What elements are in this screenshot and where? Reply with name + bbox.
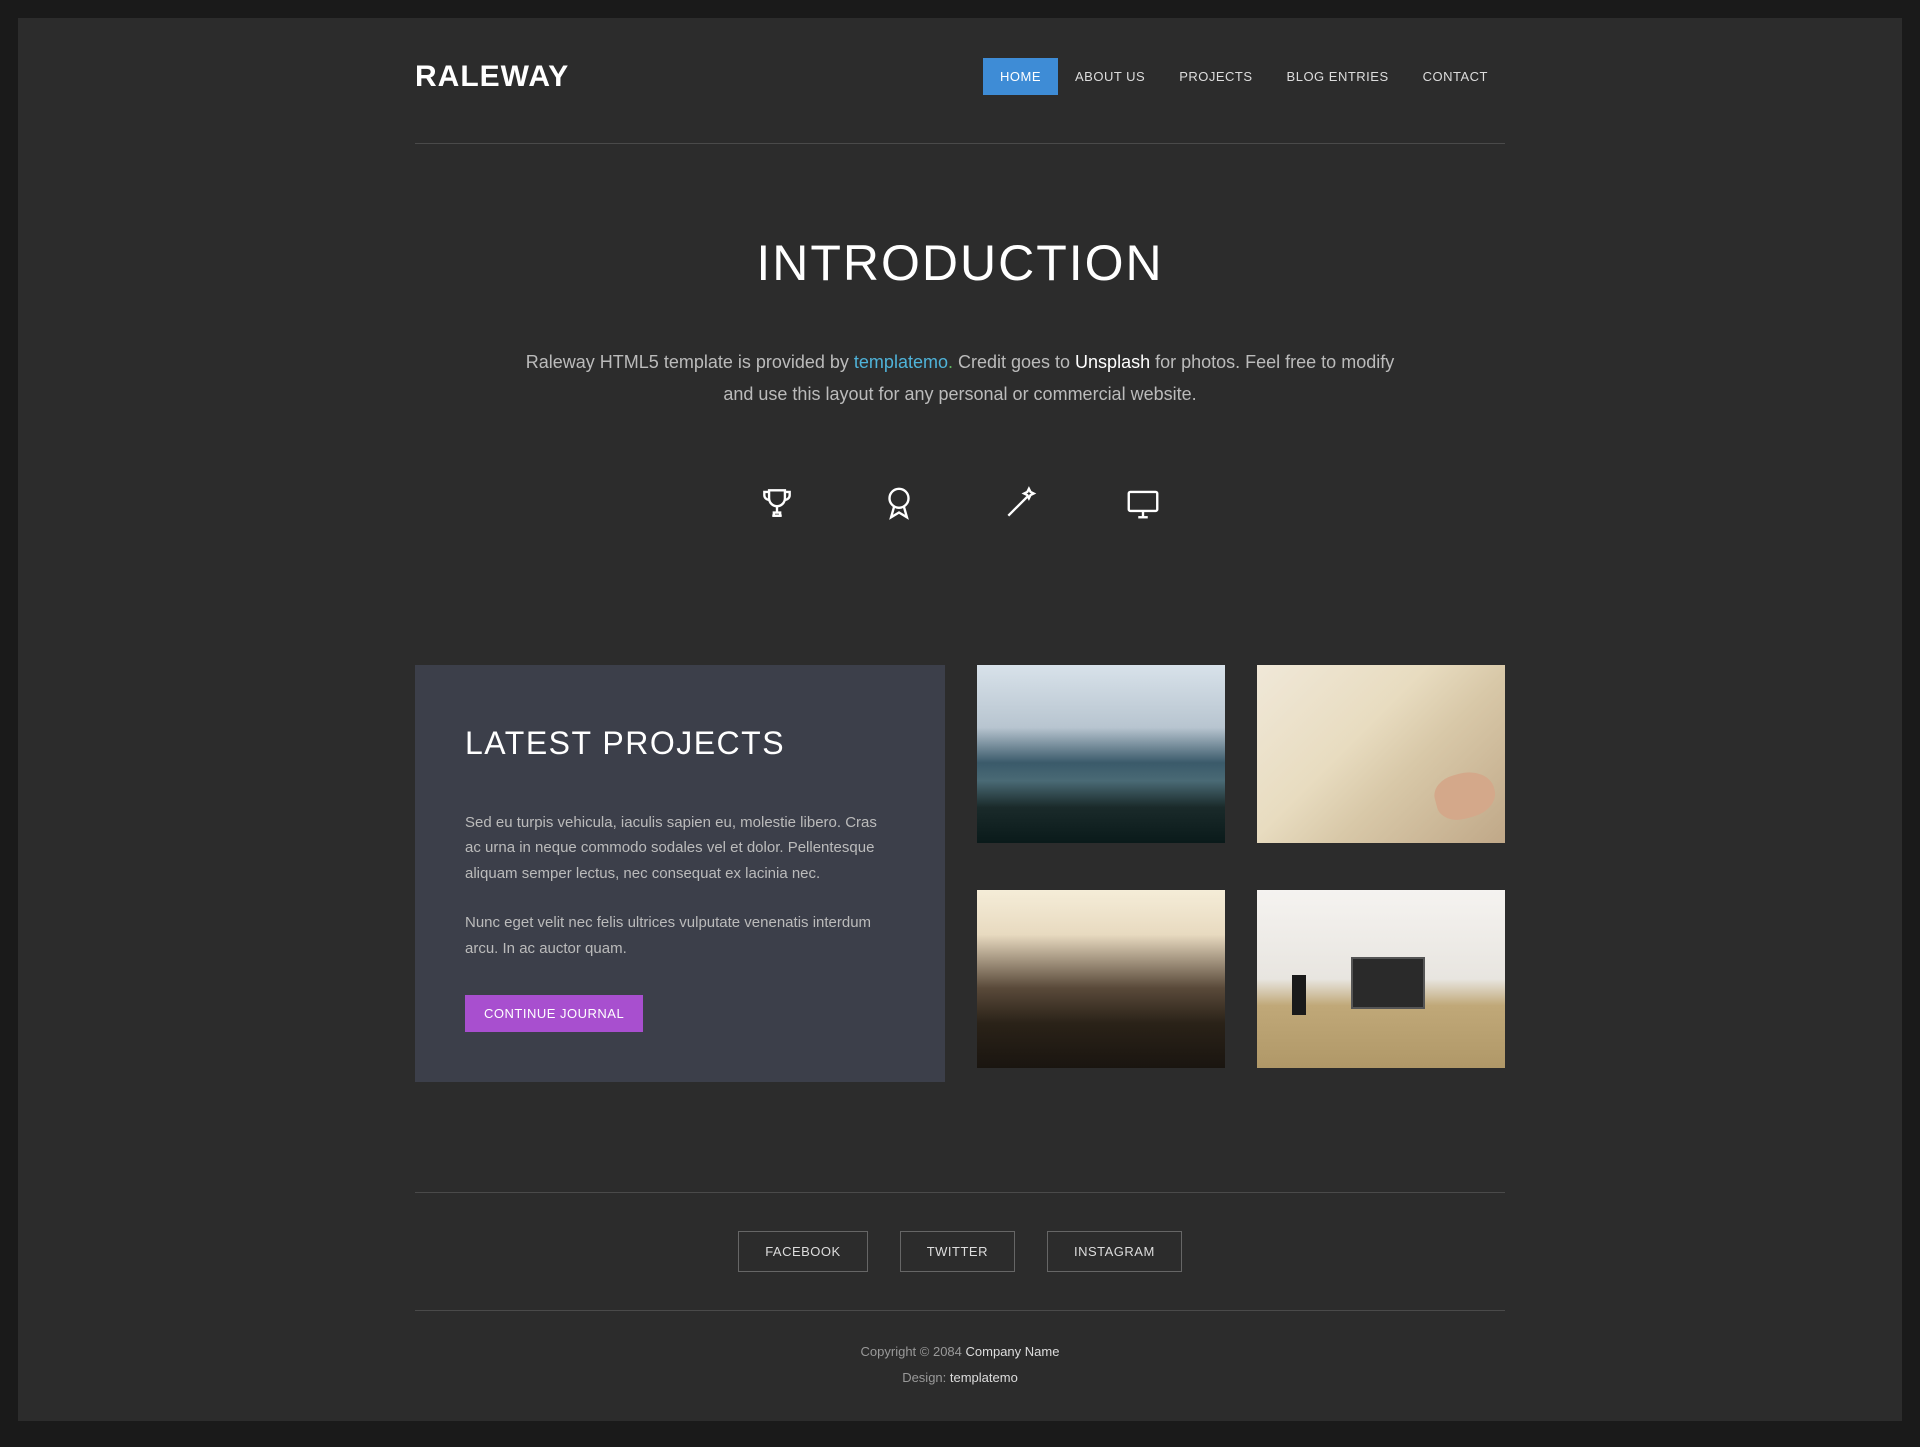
footer-bottom: Copyright © 2084 Company Name Design: te…: [415, 1310, 1505, 1391]
templatemo-footer-link[interactable]: templatemo: [950, 1370, 1018, 1385]
projects-paragraph-2: Nunc eget velit nec felis ultrices vulpu…: [465, 910, 895, 961]
feature-icon-row: [415, 481, 1505, 525]
company-name[interactable]: Company Name: [966, 1344, 1060, 1359]
copyright-pre: Copyright © 2084: [861, 1344, 966, 1359]
templatemo-link[interactable]: templatemo: [854, 352, 948, 372]
design-pre: Design:: [902, 1370, 950, 1385]
main-nav: HOME ABOUT US PROJECTS BLOG ENTRIES CONT…: [983, 58, 1505, 95]
unsplash-link[interactable]: Unsplash: [1075, 352, 1150, 372]
footer: FACEBOOK TWITTER INSTAGRAM Copyright © 2…: [415, 1192, 1505, 1391]
badge-icon[interactable]: [877, 481, 921, 525]
intro-section: INTRODUCTION Raleway HTML5 template is p…: [415, 144, 1505, 575]
wand-icon[interactable]: [999, 481, 1043, 525]
copyright-line: Copyright © 2084 Company Name: [415, 1339, 1505, 1365]
projects-title: LATEST PROJECTS: [465, 725, 895, 762]
social-row: FACEBOOK TWITTER INSTAGRAM: [415, 1231, 1505, 1272]
facebook-link[interactable]: FACEBOOK: [738, 1231, 868, 1272]
intro-text: Raleway HTML5 template is provided by te…: [525, 346, 1395, 411]
design-line: Design: templatemo: [415, 1365, 1505, 1391]
projects-section: LATEST PROJECTS Sed eu turpis vehicula, …: [415, 665, 1505, 1083]
trophy-icon[interactable]: [755, 481, 799, 525]
nav-projects[interactable]: PROJECTS: [1162, 58, 1269, 95]
page-title: INTRODUCTION: [415, 234, 1505, 292]
twitter-link[interactable]: TWITTER: [900, 1231, 1015, 1272]
monitor-icon[interactable]: [1121, 481, 1165, 525]
intro-text-pre: Raleway HTML5 template is provided by: [526, 352, 854, 372]
header: RALEWAY HOME ABOUT US PROJECTS BLOG ENTR…: [415, 58, 1505, 144]
projects-card: LATEST PROJECTS Sed eu turpis vehicula, …: [415, 665, 945, 1083]
project-thumb-4[interactable]: [1257, 890, 1505, 1068]
projects-paragraph-1: Sed eu turpis vehicula, iaculis sapien e…: [465, 810, 895, 887]
nav-about-us[interactable]: ABOUT US: [1058, 58, 1162, 95]
logo[interactable]: RALEWAY: [415, 60, 569, 94]
project-thumb-1[interactable]: [977, 665, 1225, 843]
instagram-link[interactable]: INSTAGRAM: [1047, 1231, 1182, 1272]
project-gallery: [977, 665, 1505, 1083]
intro-text-mid: Credit goes to: [953, 352, 1075, 372]
nav-contact[interactable]: CONTACT: [1406, 58, 1505, 95]
nav-blog-entries[interactable]: BLOG ENTRIES: [1270, 58, 1406, 95]
project-thumb-2[interactable]: [1257, 665, 1505, 843]
project-thumb-3[interactable]: [977, 890, 1225, 1068]
continue-journal-button[interactable]: CONTINUE JOURNAL: [465, 995, 643, 1032]
nav-home[interactable]: HOME: [983, 58, 1058, 95]
